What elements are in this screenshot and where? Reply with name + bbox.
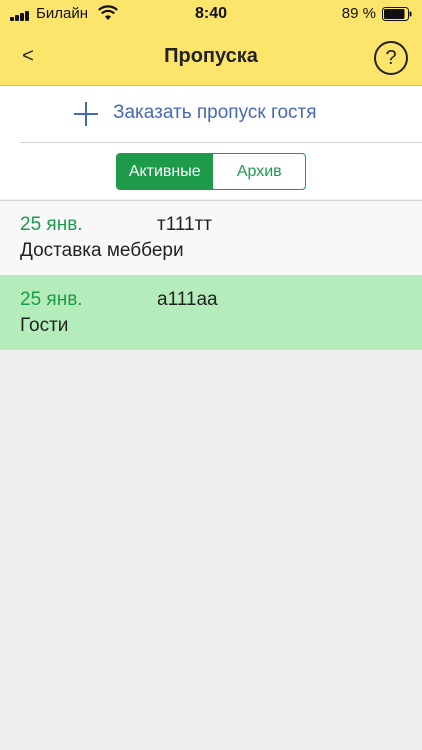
divider — [20, 142, 422, 143]
top-bar: Билайн 8:40 89 % < Пропуска ? — [0, 0, 422, 86]
pass-date: 25 янв. — [20, 289, 83, 310]
navigation-bar: < Пропуска ? — [0, 28, 422, 84]
controls-panel: Заказать пропуск гостя Активные Архив — [0, 86, 422, 199]
help-button[interactable]: ? — [374, 41, 408, 75]
plus-icon — [74, 102, 98, 126]
pass-description: Гости — [20, 315, 69, 336]
order-guest-pass-button[interactable]: Заказать пропуск гостя — [0, 86, 422, 141]
battery-icon — [382, 7, 412, 21]
pass-plate-number: а111аа — [157, 289, 218, 310]
status-segmented-control: Активные Архив — [116, 153, 306, 190]
battery-percent: 89 % — [341, 5, 376, 22]
pass-list-item[interactable]: 25 янв. т111тт Доставка меббери — [0, 200, 422, 276]
tab-active[interactable]: Активные — [117, 154, 213, 189]
pass-date: 25 янв. — [20, 214, 83, 235]
pass-plate-number: т111тт — [157, 214, 212, 235]
pass-description: Доставка меббери — [20, 240, 184, 261]
status-bar: Билайн 8:40 89 % — [0, 0, 422, 28]
page-title: Пропуска — [164, 45, 258, 67]
tab-archive[interactable]: Архив — [212, 154, 305, 189]
pass-list-item-selected[interactable]: 25 янв. а111аа Гости — [0, 276, 422, 350]
order-guest-pass-label: Заказать пропуск гостя — [113, 102, 317, 123]
